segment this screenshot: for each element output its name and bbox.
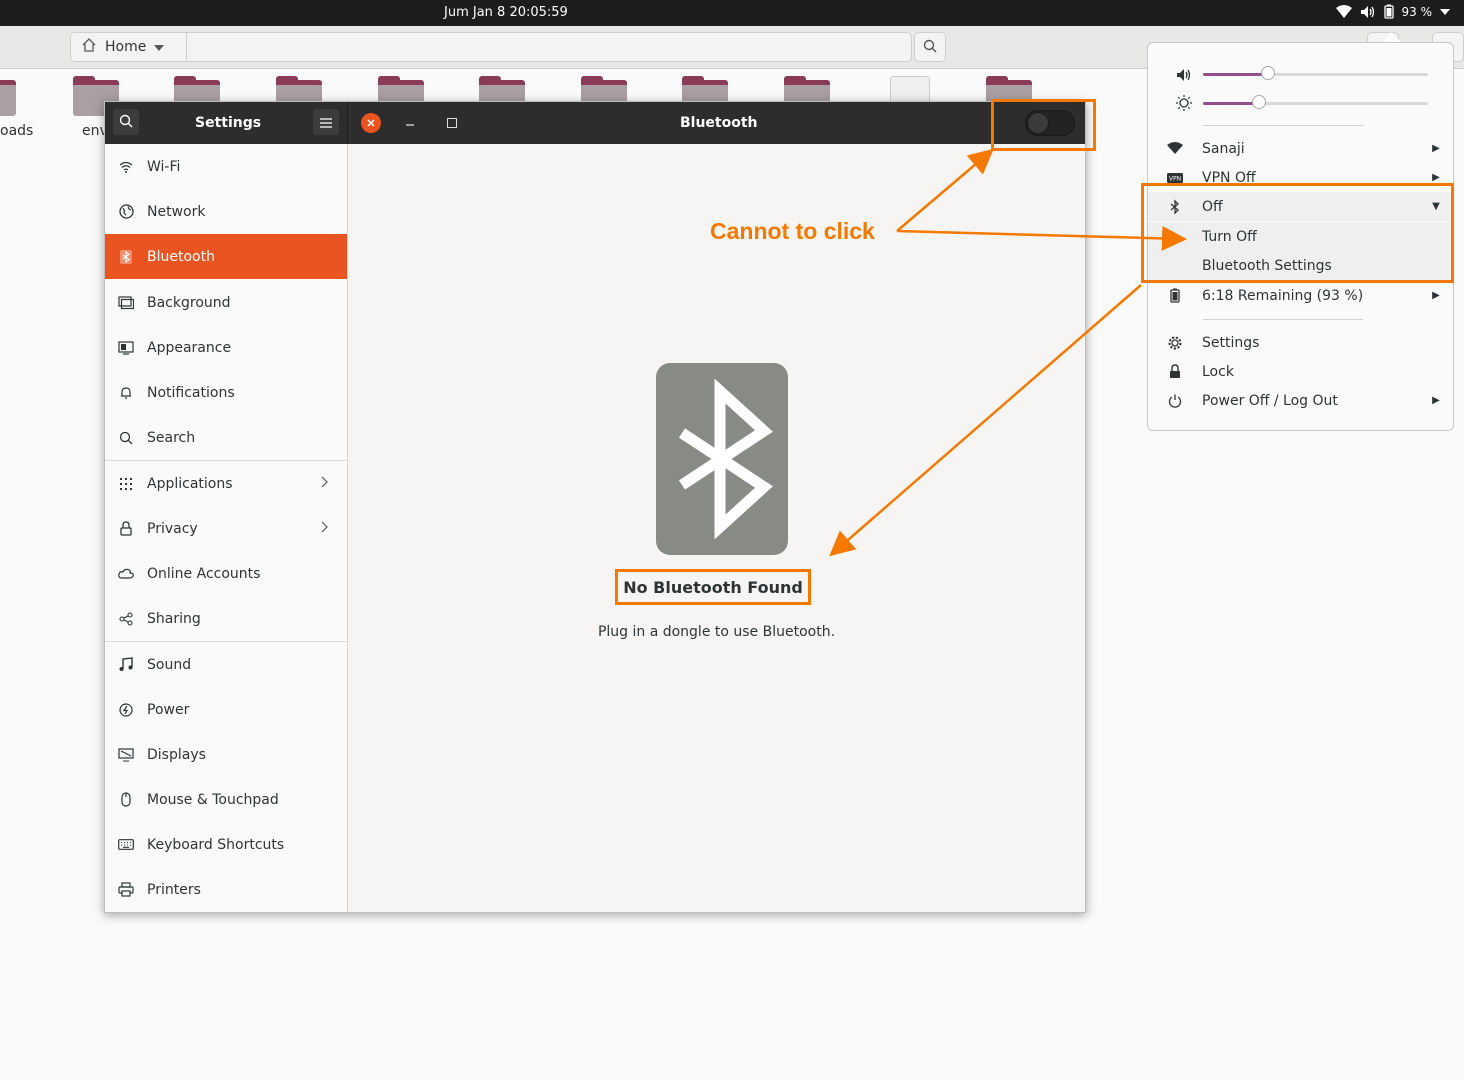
arrow-to-turn-off	[896, 225, 1187, 251]
arrow-to-no-bluetooth	[829, 284, 1142, 557]
annotation-arrows	[829, 148, 1187, 557]
arrow-to-toggle	[896, 148, 994, 232]
